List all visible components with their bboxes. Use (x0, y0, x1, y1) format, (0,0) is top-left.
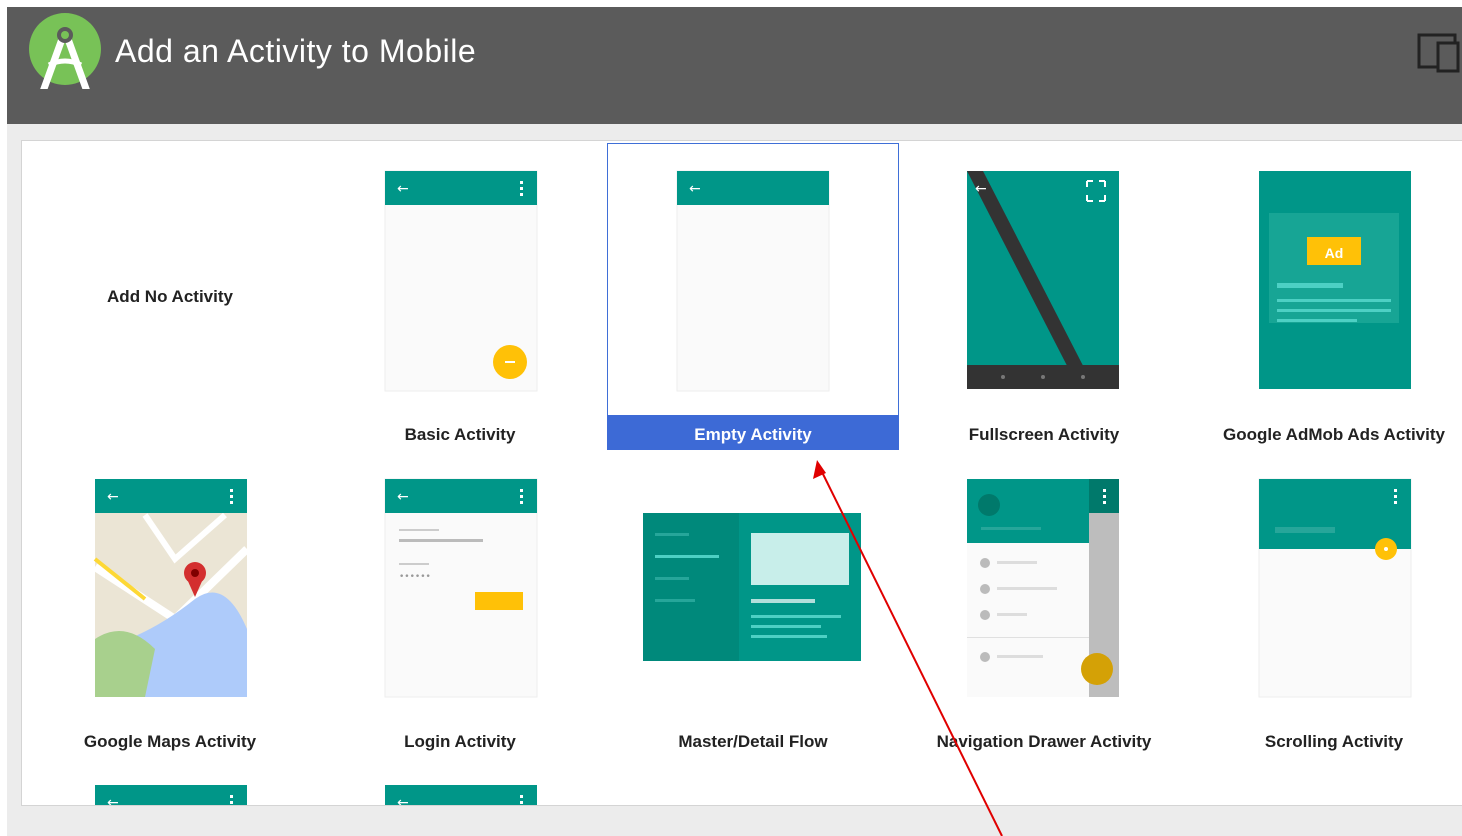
android-studio-logo-icon (29, 13, 101, 89)
svg-text:←: ← (975, 181, 987, 197)
svg-text:••••••: •••••• (399, 572, 431, 582)
template-label: Basic Activity (404, 425, 516, 444)
template-tile-basic-activity[interactable]: ← Basic Activity (315, 141, 605, 451)
template-label: Empty Activity (694, 425, 812, 444)
login-activity-thumbnail-icon: ← •••••• (384, 478, 538, 698)
template-label: Google AdMob Ads Activity (1223, 425, 1445, 444)
svg-text:←: ← (107, 795, 119, 806)
svg-text:←: ← (107, 489, 119, 505)
template-label: Google Maps Activity (83, 732, 257, 751)
template-label: Navigation Drawer Activity (936, 732, 1152, 751)
template-label: Login Activity (404, 732, 516, 751)
navigation-drawer-thumbnail-icon (967, 479, 1119, 697)
partial-thumbnail-icon: ← (385, 785, 537, 806)
title-bar: Add an Activity to Mobile (7, 7, 1462, 124)
empty-activity-thumbnail-icon: ← (676, 170, 830, 392)
partial-thumbnail-icon: ← (95, 785, 247, 806)
dialog-footer (7, 806, 1462, 836)
template-tile-admob-activity[interactable]: Ad Google AdMob Ads Activity (1189, 141, 1462, 451)
admob-activity-thumbnail-icon (1259, 171, 1411, 389)
template-tile-empty-activity[interactable]: ← Empty Activity (607, 141, 899, 451)
ad-badge: Ad (1324, 245, 1344, 261)
activity-template-gallery[interactable]: Add No Activity ← Basic Activity ← Empty… (21, 140, 1462, 806)
template-tile-partial[interactable]: ← (25, 757, 315, 806)
template-label: Scrolling Activity (1264, 732, 1404, 751)
template-tile-partial[interactable]: ← (315, 757, 605, 806)
template-label: Fullscreen Activity (968, 425, 1120, 444)
template-tile-maps-activity[interactable]: ← Google Maps Activity (25, 449, 315, 759)
basic-activity-thumbnail-icon: ← (384, 170, 538, 392)
fullscreen-activity-thumbnail-icon: ← (967, 171, 1119, 389)
maps-activity-thumbnail-icon: ← (92, 479, 250, 697)
dialog-title: Add an Activity to Mobile (115, 33, 477, 69)
template-tile-add-no-activity[interactable]: Add No Activity (25, 141, 315, 451)
svg-text:←: ← (397, 489, 409, 505)
template-tile-fullscreen-activity[interactable]: ← Fullscreen Activity (899, 141, 1189, 451)
template-tile-scrolling-activity[interactable]: Scrolling Activity (1189, 449, 1462, 759)
master-detail-thumbnail-icon (643, 513, 861, 661)
template-tile-master-detail-flow[interactable]: Master/Detail Flow (607, 449, 899, 759)
svg-text:←: ← (397, 795, 409, 806)
template-label: Add No Activity (107, 287, 233, 306)
template-label: Master/Detail Flow (678, 732, 828, 751)
scrolling-activity-thumbnail-icon (1258, 478, 1412, 698)
template-tile-login-activity[interactable]: ← •••••• Login Activity (315, 449, 605, 759)
template-tile-navigation-drawer[interactable]: Navigation Drawer Activity (899, 449, 1189, 759)
svg-text:←: ← (689, 181, 701, 197)
svg-text:←: ← (397, 181, 409, 197)
device-form-factor-icon (1417, 33, 1460, 73)
